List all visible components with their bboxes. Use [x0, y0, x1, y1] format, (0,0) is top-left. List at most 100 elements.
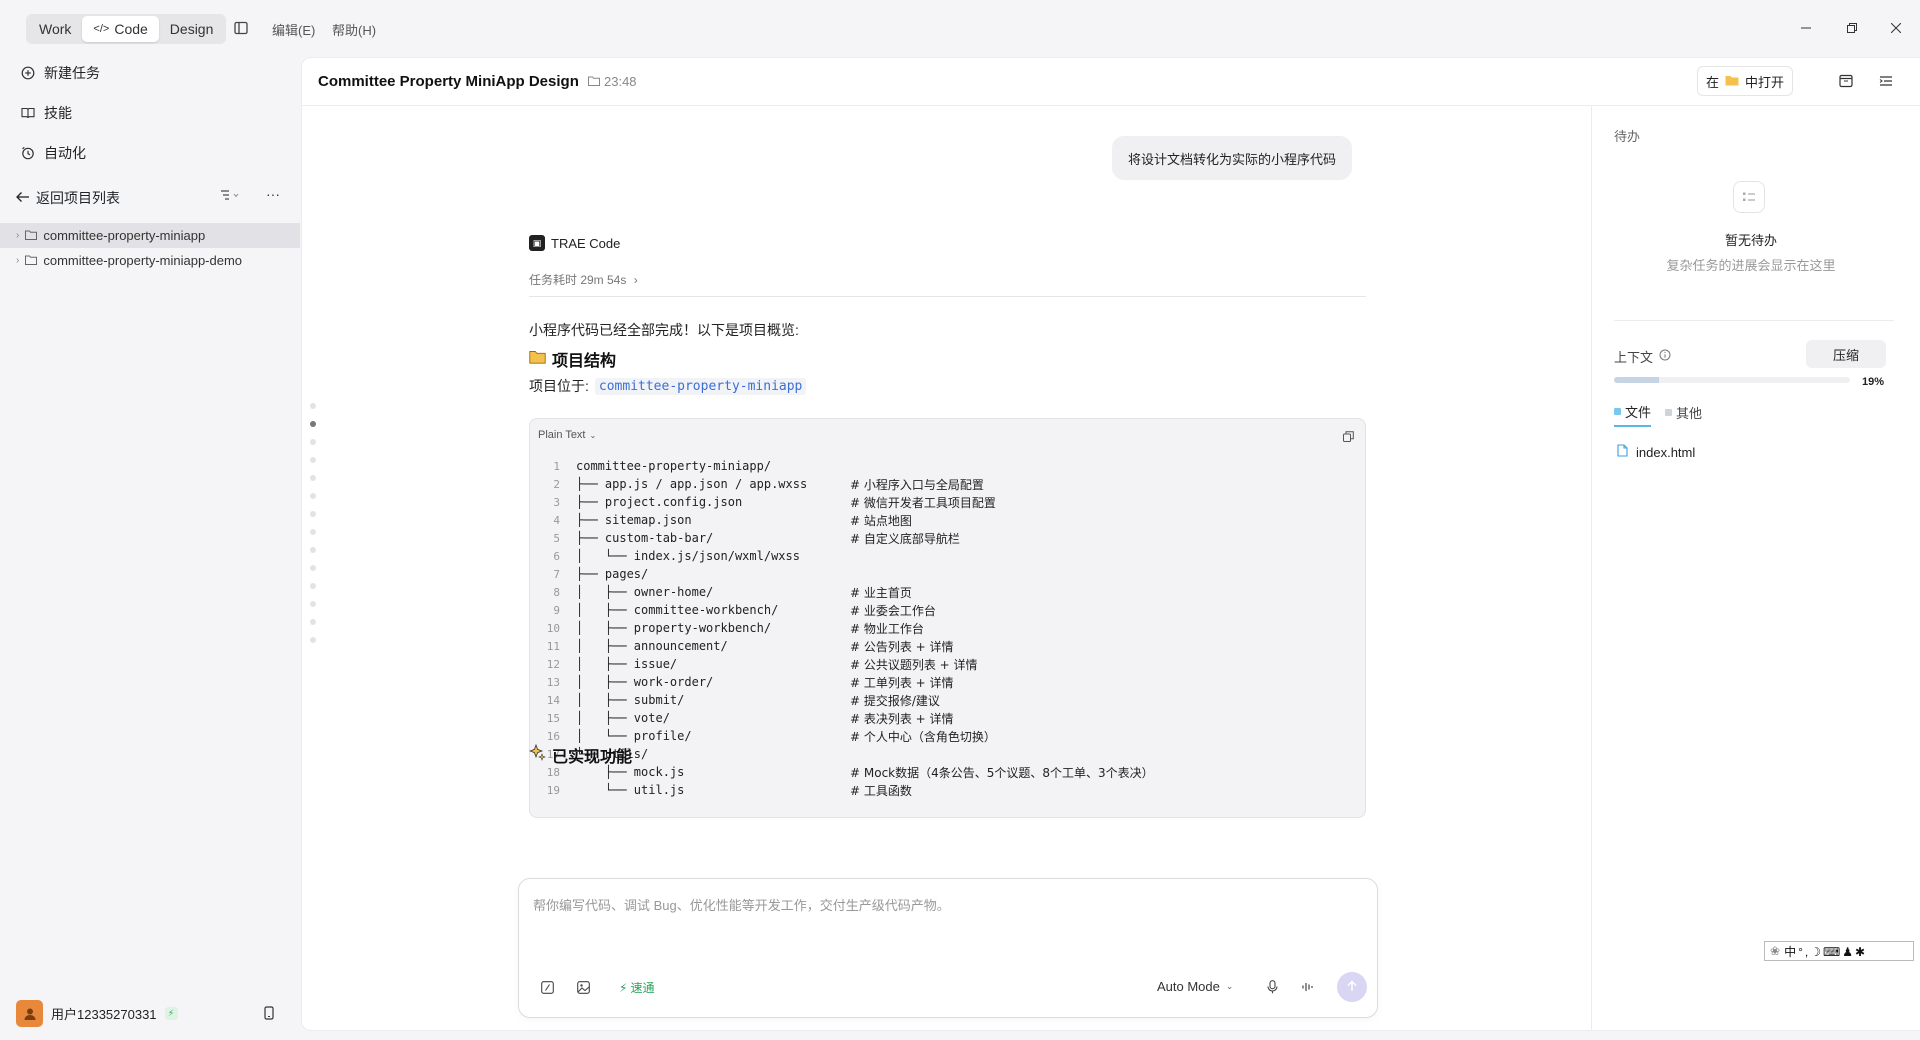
- mode-work-button[interactable]: Work: [28, 16, 82, 42]
- nav-dot[interactable]: [310, 547, 316, 553]
- list-panel-icon[interactable]: [1877, 72, 1895, 90]
- more-icon[interactable]: ···: [266, 186, 280, 202]
- code-line: 1 committee-property-miniapp/: [538, 457, 1154, 475]
- code-line: 11 │ ├── announcement/ # 公告列表 + 详情: [538, 637, 1154, 655]
- tab-files-label: 文件: [1625, 405, 1652, 420]
- folder-icon: [588, 74, 600, 89]
- sidebar-item-automation[interactable]: 自动化: [20, 143, 86, 163]
- code-comment: # 表决列表 + 详情: [850, 711, 954, 726]
- sidebar-item-new-task[interactable]: 新建任务: [20, 63, 100, 83]
- mode-select[interactable]: Auto Mode ⌄: [1157, 979, 1233, 994]
- nav-dot[interactable]: [310, 511, 316, 517]
- sidebar-item-skills[interactable]: 技能: [20, 103, 72, 123]
- code-comment: # 公告列表 + 详情: [850, 639, 954, 654]
- mode-code-button[interactable]: </> Code: [82, 16, 159, 42]
- speed-mode-toggle[interactable]: ⚡ 速通: [619, 979, 654, 996]
- chevron-right-icon: ›: [633, 273, 638, 287]
- line-number: 5: [553, 531, 560, 545]
- code-language-select[interactable]: Plain Text ⌄: [538, 429, 596, 441]
- mode-select-label: Auto Mode: [1157, 979, 1220, 994]
- code-text: │ └── index.js/json/wxml/wxss: [576, 549, 800, 563]
- nav-dot[interactable]: [310, 565, 316, 571]
- left-sidebar: 新建任务 技能 自动化 返回项目列表 ··· › committee-prope…: [0, 58, 300, 1040]
- browser-icon[interactable]: [1837, 72, 1855, 90]
- chevron-down-icon: ⌄: [1225, 981, 1234, 991]
- project-item[interactable]: › committee-property-miniapp-demo: [0, 248, 300, 273]
- nav-dot[interactable]: [310, 403, 316, 409]
- nav-dot[interactable]: [310, 493, 316, 499]
- code-text: ├── custom-tab-bar/: [576, 531, 714, 545]
- nav-dot[interactable]: [310, 421, 316, 427]
- code-text: ├── mock.js: [576, 765, 685, 779]
- lightning-badge-icon: ⚡: [164, 1007, 178, 1020]
- send-button[interactable]: [1337, 972, 1367, 1002]
- image-icon[interactable]: [575, 979, 591, 995]
- nav-dot[interactable]: [310, 439, 316, 445]
- slash-command-icon[interactable]: [539, 979, 555, 995]
- ime-status: 中°,☽⌨♟✱: [1784, 944, 1868, 959]
- line-number: 10: [546, 621, 560, 635]
- code-text: │ ├── owner-home/: [576, 585, 714, 599]
- copy-icon[interactable]: [1341, 429, 1355, 443]
- agent-name: TRAE Code: [551, 235, 621, 251]
- session-time-label: 23:48: [604, 74, 637, 89]
- mode-code-label: Code: [114, 21, 148, 37]
- user-profile[interactable]: 用户12335270331 ⚡: [16, 1000, 286, 1027]
- project-item[interactable]: › committee-property-miniapp: [0, 223, 300, 248]
- nav-dot[interactable]: [310, 475, 316, 481]
- nav-dot[interactable]: [310, 619, 316, 625]
- code-icon: </>: [93, 23, 110, 35]
- ime-toolbar[interactable]: ❀ 中°,☽⌨♟✱: [1764, 941, 1914, 961]
- project-label: committee-property-miniapp-demo: [43, 253, 243, 268]
- speed-mode-label: 速通: [630, 981, 655, 995]
- open-in-button[interactable]: 在 中打开: [1697, 66, 1794, 96]
- code-comment: # 工单列表 + 详情: [850, 675, 954, 690]
- todo-hint-text: 复杂任务的进展会显示在这里: [1666, 258, 1836, 273]
- arrow-left-icon[interactable]: [16, 190, 30, 206]
- microphone-icon[interactable]: [1264, 979, 1280, 995]
- lightning-icon: ⚡: [619, 980, 628, 995]
- line-number: 8: [553, 585, 560, 599]
- info-icon[interactable]: [1659, 349, 1671, 364]
- sort-icon[interactable]: [220, 189, 240, 204]
- code-line: 14 │ ├── submit/ # 提交报修/建议: [538, 691, 1154, 709]
- page-title: Committee Property MiniApp Design: [318, 73, 579, 90]
- code-comment: # 提交报修/建议: [850, 693, 940, 708]
- nav-dot[interactable]: [310, 457, 316, 463]
- tab-files[interactable]: 文件: [1614, 402, 1652, 427]
- mode-design-button[interactable]: Design: [159, 16, 225, 42]
- nav-dot[interactable]: [310, 637, 316, 643]
- tab-other[interactable]: 其他: [1665, 402, 1702, 427]
- code-line: 8 │ ├── owner-home/ # 业主首页: [538, 583, 1154, 601]
- nav-dot[interactable]: [310, 601, 316, 607]
- nav-dot[interactable]: [310, 529, 316, 535]
- menu-edit[interactable]: 编辑(E): [272, 20, 315, 39]
- close-icon[interactable]: [1884, 16, 1908, 40]
- line-number: 7: [553, 567, 560, 581]
- code-text: ├── pages/: [576, 567, 649, 581]
- voice-wave-icon[interactable]: [1300, 979, 1316, 995]
- folder-yellow-icon: [1725, 74, 1739, 89]
- menu-help[interactable]: 帮助(H): [332, 20, 376, 39]
- code-text: │ ├── announcement/: [576, 639, 728, 653]
- task-duration[interactable]: 任务耗时 29m 54s ›: [529, 271, 638, 288]
- divider: [1591, 106, 1592, 1030]
- phone-icon[interactable]: [264, 1006, 274, 1023]
- code-line: 4 ├── sitemap.json # 站点地图: [538, 511, 1154, 529]
- todo-title: 待办: [1614, 129, 1641, 144]
- code-text: │ ├── committee-workbench/: [576, 603, 779, 617]
- restore-icon[interactable]: [1840, 16, 1864, 40]
- section-heading-label: 已实现功能: [552, 749, 633, 766]
- nav-dot[interactable]: [310, 583, 316, 589]
- compress-button[interactable]: 压缩: [1806, 340, 1886, 368]
- chevron-right-icon: ›: [16, 230, 20, 241]
- minimize-icon[interactable]: [1794, 16, 1818, 40]
- file-item[interactable]: index.html: [1617, 444, 1695, 460]
- folder-icon: [25, 253, 38, 268]
- mode-switcher: Work </> Code Design: [26, 14, 227, 44]
- chat-input[interactable]: 帮你编写代码、调试 Bug、优化性能等开发工作，交付生产级代码产物。: [533, 895, 950, 914]
- sidebar-toggle-icon[interactable]: [232, 19, 250, 37]
- line-number: 9: [553, 603, 560, 617]
- back-to-projects-label[interactable]: 返回项目列表: [36, 188, 120, 208]
- file-icon: [1617, 444, 1628, 460]
